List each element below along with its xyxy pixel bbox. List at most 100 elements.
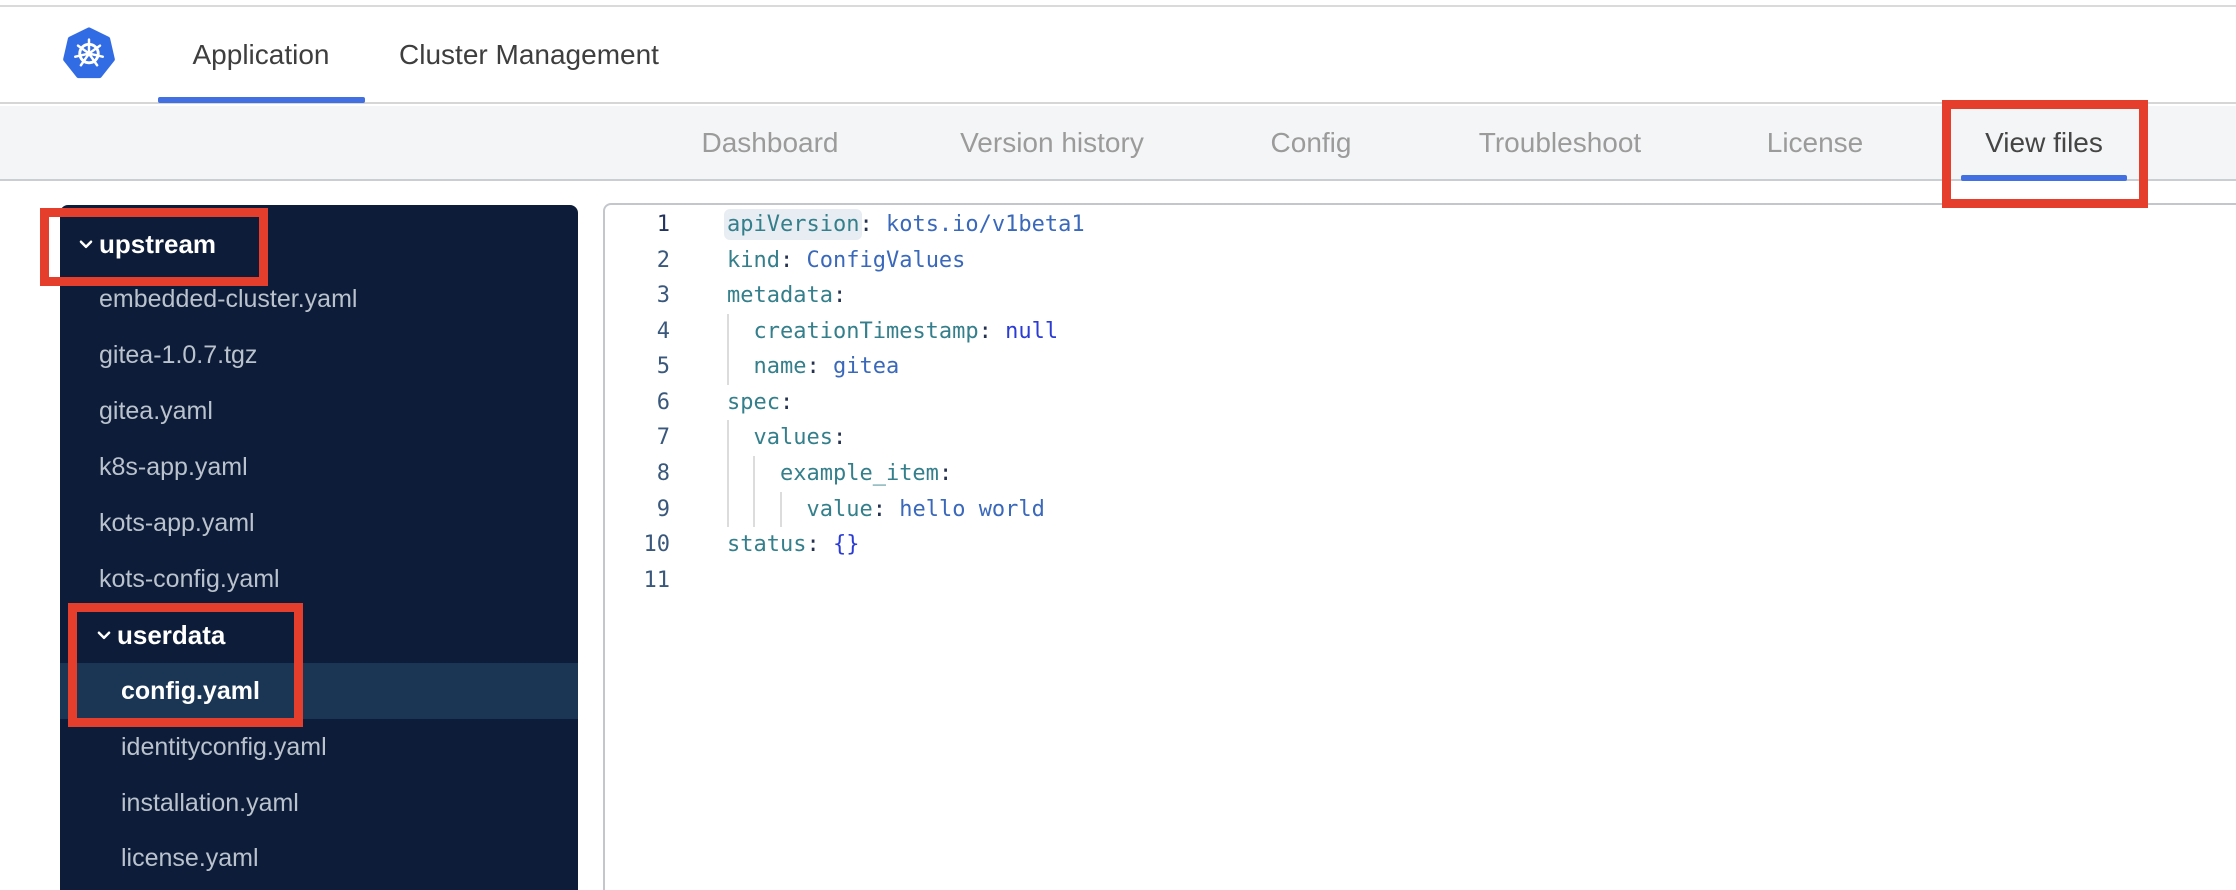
annotation-box-view-files [1942, 100, 2148, 208]
tree-item-label: identityconfig.yaml [121, 732, 327, 761]
code-token: spec [727, 389, 780, 415]
line-number: 4 [656, 318, 670, 344]
code-line-8[interactable]: 8 example_item: [605, 455, 2236, 492]
code-token: : [832, 425, 847, 451]
line-number: 6 [656, 389, 670, 415]
line-number: 9 [656, 496, 670, 522]
indent-guide [753, 455, 756, 492]
code-token: example_item [779, 460, 939, 486]
code-line-11[interactable]: 11 [605, 563, 2236, 599]
code-line-6[interactable]: 6 spec: [605, 385, 2236, 421]
tab-config[interactable]: Config [1271, 106, 1352, 179]
tree-file-identityconfig-yaml[interactable]: identityconfig.yaml [60, 719, 578, 775]
code-line-10[interactable]: 10 status: {} [605, 527, 2236, 563]
tree-item-label: kots-config.yaml [99, 564, 280, 593]
code-token: creationTimestamp [753, 318, 979, 344]
file-content-editor[interactable]: 1 apiVersion: kots.io/v1beta1 2 kind: Confi… [603, 203, 2236, 890]
indent-guide [727, 420, 729, 456]
code-token: : [859, 212, 873, 238]
code-token: value [806, 496, 873, 522]
tree-item-label: license.yaml [121, 844, 259, 873]
tree-item-label: kots-app.yaml [99, 509, 255, 537]
indent-guide [727, 313, 729, 350]
tab-version-history[interactable]: Version history [960, 106, 1144, 179]
annotation-box-upstream [40, 208, 268, 286]
code-line-text: apiVersion: kots.io/v1beta1 [727, 207, 2236, 243]
code-line-5[interactable]: 5 name: gitea [605, 349, 2236, 385]
code-token: : [978, 318, 992, 344]
code-line-text: spec: [727, 385, 2236, 421]
annotation-box-userdata-config [68, 603, 303, 727]
code-line-text: creationTimestamp: null [727, 313, 2236, 350]
code-line-text: value: hello world [727, 491, 2236, 528]
line-number: 8 [656, 460, 670, 486]
tab-troubleshoot[interactable]: Troubleshoot [1479, 106, 1641, 179]
tree-file-gitea-yaml[interactable]: gitea.yaml [60, 384, 578, 440]
kots-admin-console: Application Cluster Management Dashboard… [0, 0, 2236, 890]
code-line-3[interactable]: 3 metadata: [605, 278, 2236, 314]
code-token: values [753, 425, 833, 451]
indent-guide [727, 349, 729, 385]
code-token: gitea [832, 354, 900, 380]
code-line-2[interactable]: 2 kind: ConfigValues [605, 243, 2236, 279]
tree-item-label: installation.yaml [121, 788, 299, 817]
tree-item-label: gitea-1.0.7.tgz [99, 341, 258, 370]
line-number: 11 [643, 567, 671, 593]
indent-guide [753, 491, 756, 528]
code-line-1[interactable]: 1 apiVersion: kots.io/v1beta1 [605, 207, 2236, 243]
code-token: : [938, 460, 953, 486]
code-token: kind [727, 247, 780, 273]
tree-file-k8s-app-yaml[interactable]: k8s-app.yaml [60, 440, 578, 496]
tab-application[interactable]: Application [193, 7, 330, 102]
tab-dashboard[interactable]: Dashboard [702, 106, 839, 179]
line-number: 1 [656, 212, 670, 238]
tree-file-license-yaml[interactable]: license.yaml [60, 831, 578, 887]
tree-file-installation-yaml[interactable]: installation.yaml [60, 775, 578, 831]
tree-item-label: k8s-app.yaml [99, 453, 248, 482]
code-token: status [727, 532, 807, 558]
code-line-text: kind: ConfigValues [727, 243, 2236, 279]
indent-guide [779, 491, 782, 528]
tab-license[interactable]: License [1767, 106, 1864, 179]
code-line-7[interactable]: 7 values: [605, 420, 2236, 456]
code-token: : [806, 354, 820, 380]
code-token: : [779, 247, 794, 273]
code-token: hello world [899, 496, 1045, 522]
line-number: 5 [656, 354, 670, 380]
tree-file-kots-app-yaml[interactable]: kots-app.yaml [60, 496, 578, 552]
app-nav-bar: Dashboard Version history Config Trouble… [0, 106, 2236, 181]
code-line-text: example_item: [727, 455, 2236, 492]
file-tree-sidebar: upstream embedded-cluster.yaml gitea-1.0.7… [60, 205, 578, 890]
code-token: : [806, 532, 820, 558]
tab-cluster-management[interactable]: Cluster Management [399, 7, 659, 102]
code-token: kots.io/v1beta1 [885, 212, 1085, 238]
line-number: 2 [656, 247, 670, 273]
code-token: : [872, 496, 886, 522]
code-token: name [753, 354, 807, 380]
line-number: 3 [656, 283, 670, 309]
tree-file-kots-config-yaml[interactable]: kots-config.yaml [60, 551, 578, 607]
code-token: null [1005, 318, 1059, 344]
code-token: {} [832, 532, 860, 558]
indent-guide [727, 491, 729, 528]
indent-guide [727, 455, 729, 492]
highlighted-token: apiVersion [727, 212, 860, 238]
code-token: ConfigValues [806, 247, 966, 273]
code-token: metadata [727, 283, 833, 309]
code-token: : [779, 389, 794, 415]
code-line-4[interactable]: 4 creationTimestamp: null [605, 313, 2236, 350]
tree-item-label: gitea.yaml [99, 397, 213, 426]
code-line-text: values: [727, 420, 2236, 456]
code-line-9[interactable]: 9 value: hello world [605, 491, 2236, 528]
code-line-text: name: gitea [727, 349, 2236, 385]
code-token: : [832, 283, 847, 309]
tree-file-gitea-1-0-7-tgz[interactable]: gitea-1.0.7.tgz [60, 328, 578, 384]
